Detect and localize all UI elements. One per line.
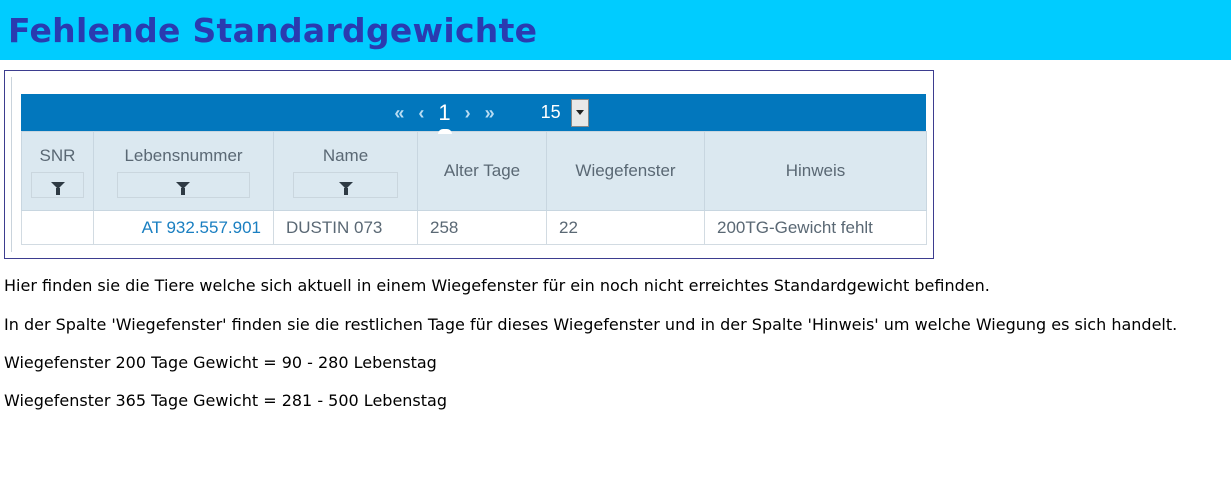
info-text-2: In der Spalte 'Wiegefenster' finden sie …: [4, 315, 1178, 334]
column-header-alter-tage[interactable]: Alter Tage: [417, 131, 547, 211]
page-size-dropdown[interactable]: [570, 98, 589, 127]
page-size-value[interactable]: 15: [541, 102, 571, 123]
current-page-number[interactable]: 1: [432, 101, 456, 124]
cell-alter-tage: 258: [417, 210, 547, 245]
page-header: Fehlende Standardgewichte: [0, 0, 1231, 60]
table-header-row: SNR Lebensnummer Name Alter Tage Wiegefe…: [21, 131, 927, 211]
filter-snr[interactable]: [31, 172, 84, 198]
filter-lebensnummer[interactable]: [117, 172, 250, 198]
data-grid: « ‹ 1 › » 15 SNR Lebensnummer Name Alter…: [21, 94, 927, 245]
table-row[interactable]: AT 932.557.901 DUSTIN 073 258 22 200TG-G…: [21, 210, 927, 245]
info-text-4: Wiegefenster 365 Tage Gewicht = 281 - 50…: [4, 391, 447, 410]
column-header-snr[interactable]: SNR: [21, 131, 94, 211]
next-page-icon[interactable]: ›: [457, 104, 479, 122]
cell-lebensnummer-link[interactable]: AT 932.557.901: [93, 210, 274, 245]
grid-frame: « ‹ 1 › » 15 SNR Lebensnummer Name Alter…: [4, 70, 934, 259]
filter-icon: [50, 181, 65, 195]
cell-wiegefenster: 22: [546, 210, 705, 245]
first-page-icon[interactable]: «: [388, 104, 410, 122]
filter-icon: [176, 181, 191, 195]
filter-icon: [338, 181, 353, 195]
animals-table: SNR Lebensnummer Name Alter Tage Wiegefe…: [21, 131, 927, 245]
column-header-lebensnummer[interactable]: Lebensnummer: [93, 131, 274, 211]
cell-snr: [21, 210, 94, 245]
page-title: Fehlende Standardgewichte: [8, 10, 538, 50]
last-page-icon[interactable]: »: [479, 104, 501, 122]
chevron-down-icon: [575, 110, 584, 115]
filter-name[interactable]: [292, 172, 399, 198]
info-text-1: Hier finden sie die Tiere welche sich ak…: [4, 276, 990, 295]
cell-name: DUSTIN 073: [273, 210, 418, 245]
info-text-3: Wiegefenster 200 Tage Gewicht = 90 - 280…: [4, 353, 437, 372]
prev-page-icon[interactable]: ‹: [410, 104, 432, 122]
pager: « ‹ 1 › » 15: [21, 94, 926, 131]
frame-divider: [11, 77, 12, 252]
column-header-wiegefenster[interactable]: Wiegefenster: [546, 131, 705, 211]
column-header-name[interactable]: Name: [273, 131, 418, 211]
column-header-hinweis[interactable]: Hinweis: [704, 131, 927, 211]
cell-hinweis: 200TG-Gewicht fehlt: [704, 210, 927, 245]
